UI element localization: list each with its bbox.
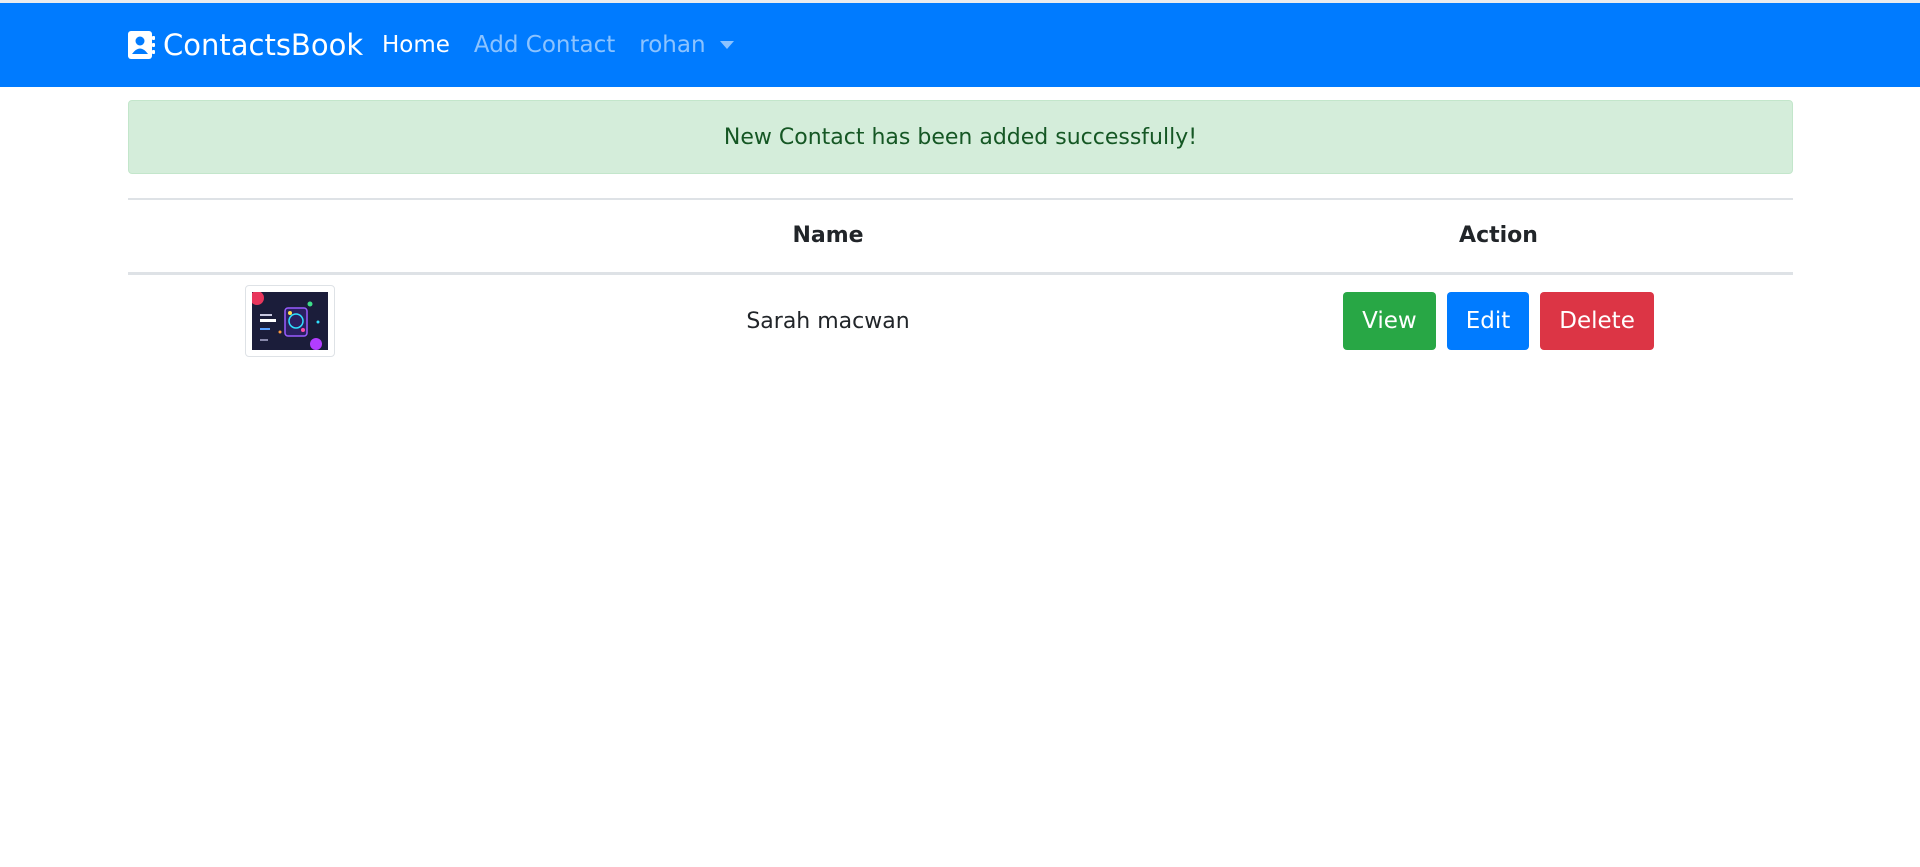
header-image: [128, 198, 452, 275]
contact-thumbnail[interactable]: [245, 285, 335, 358]
alert-message: New Contact has been added successfully!: [723, 124, 1198, 150]
caret-down-icon: [719, 41, 734, 49]
view-button[interactable]: View: [1343, 292, 1436, 351]
header-name: Name: [452, 198, 1204, 275]
contact-actions-cell: View Edit Delete: [1204, 273, 1793, 368]
header-action: Action: [1204, 198, 1793, 275]
nav-add-contact[interactable]: Add Contact: [474, 32, 615, 58]
nav-links: Home Add Contact rohan: [382, 3, 758, 87]
table-row: Sarah macwan View Edit Delete: [128, 273, 1793, 368]
success-alert: New Contact has been added successfully!: [128, 100, 1793, 174]
contact-image-cell: [128, 273, 452, 368]
contact-name-cell: Sarah macwan: [452, 273, 1204, 368]
contacts-table: Name Action Sarah macwan View Edit Delet…: [128, 198, 1793, 368]
delete-button[interactable]: Delete: [1540, 292, 1654, 351]
navbar: ContactsBook Home Add Contact rohan: [0, 3, 1920, 87]
edit-button[interactable]: Edit: [1446, 292, 1530, 351]
nav-home[interactable]: Home: [382, 32, 450, 58]
brand-text: ContactsBook: [163, 28, 364, 62]
brand-link[interactable]: ContactsBook: [127, 3, 363, 87]
contact-photo-image: [252, 292, 328, 351]
user-dropdown[interactable]: rohan: [639, 32, 734, 58]
table-header-row: Name Action: [128, 198, 1793, 275]
user-name: rohan: [639, 32, 706, 58]
contact-book-icon: [128, 31, 155, 59]
contact-name: Sarah macwan: [746, 308, 910, 334]
